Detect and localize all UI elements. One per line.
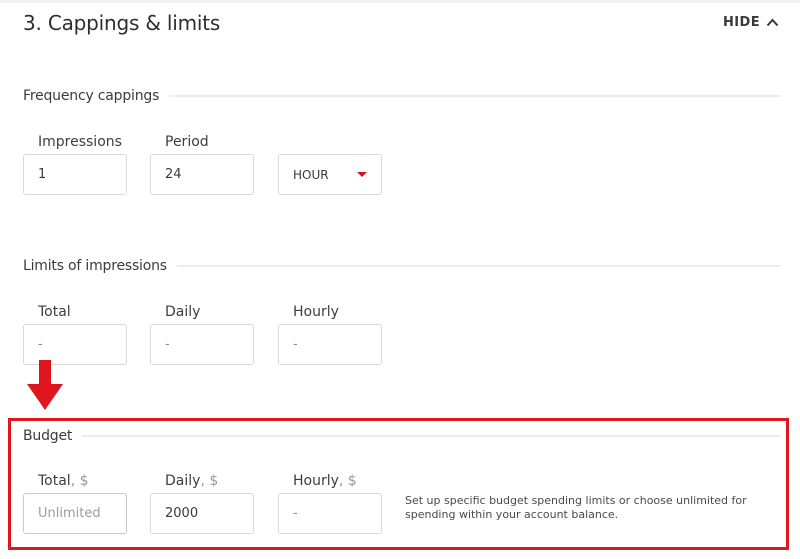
hourly-impressions-label: Hourly [293, 304, 339, 320]
hide-section-button[interactable]: HIDE [723, 15, 779, 30]
currency-suffix: , $ [200, 473, 219, 489]
arrow-down-icon [27, 360, 63, 410]
frequency-cappings-title: Frequency cappings [23, 88, 160, 104]
divider [176, 265, 781, 267]
period-label: Period [165, 134, 209, 150]
period-input[interactable] [150, 154, 254, 195]
section-title: 3. Cappings & limits [23, 11, 221, 35]
limits-of-impressions-header: Limits of impressions [23, 258, 781, 274]
divider [169, 95, 781, 97]
total-budget-label-text: Total [38, 473, 71, 489]
currency-suffix: , $ [338, 473, 357, 489]
total-impressions-input[interactable] [23, 324, 127, 365]
top-strip [0, 0, 800, 3]
daily-impressions-input[interactable] [150, 324, 254, 365]
budget-header: Budget [23, 428, 781, 444]
hourly-budget-input[interactable] [278, 493, 382, 534]
impressions-input[interactable] [23, 154, 127, 195]
hourly-budget-label: Hourly, $ [293, 473, 357, 489]
period-unit-value: HOUR [293, 167, 329, 182]
hourly-impressions-input[interactable] [278, 324, 382, 365]
period-unit-select[interactable]: HOUR [278, 154, 382, 195]
dropdown-caret-icon [357, 172, 367, 177]
budget-help-text: Set up specific budget spending limits o… [405, 494, 747, 521]
frequency-cappings-header: Frequency cappings [23, 88, 781, 104]
impressions-label: Impressions [38, 134, 122, 150]
daily-budget-label: Daily, $ [165, 473, 218, 489]
daily-budget-label-text: Daily [165, 473, 201, 489]
limits-of-impressions-title: Limits of impressions [23, 258, 167, 274]
total-budget-label: Total, $ [38, 473, 89, 489]
currency-suffix: , $ [70, 473, 89, 489]
daily-impressions-label: Daily [165, 304, 201, 320]
divider [82, 435, 781, 437]
chevron-up-icon [766, 18, 779, 27]
total-impressions-label: Total [38, 304, 71, 320]
total-budget-input[interactable] [23, 493, 127, 534]
daily-budget-input[interactable] [150, 493, 254, 534]
hourly-budget-label-text: Hourly [293, 473, 339, 489]
hide-label: HIDE [723, 15, 760, 30]
budget-title: Budget [23, 428, 73, 444]
